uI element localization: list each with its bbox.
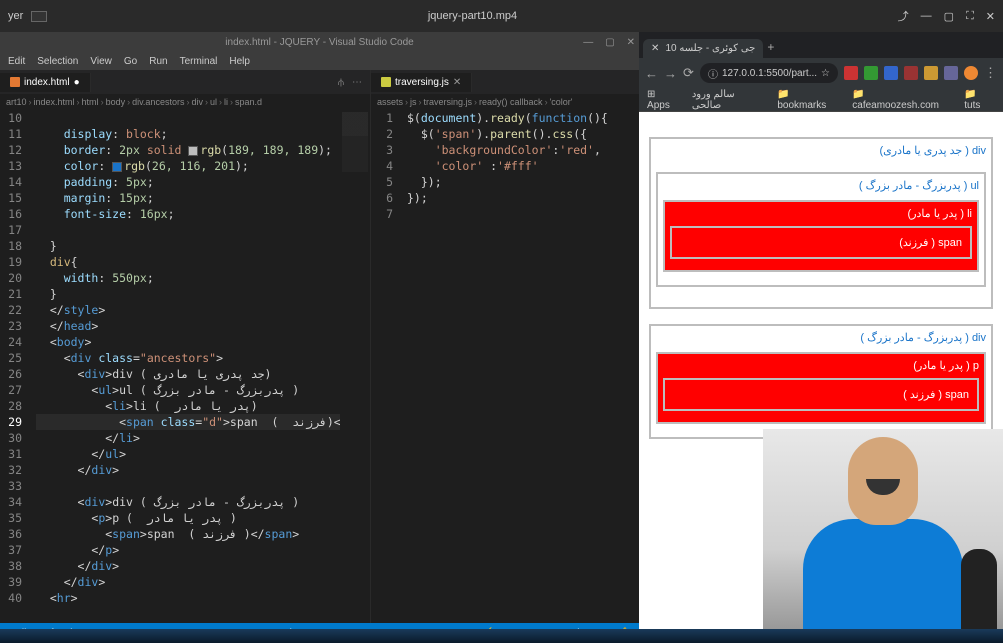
share-icon[interactable]: ⤴ <box>898 8 909 24</box>
fullscreen-icon[interactable]: ⛶ <box>966 10 974 23</box>
bookmark-1[interactable]: سالم ورود صالحی <box>692 89 766 111</box>
menu-edit[interactable]: Edit <box>8 56 25 67</box>
tab-label: traversing.js <box>395 77 449 88</box>
div2-label: div ( پدربزرگ - مادر بزرگ ) <box>656 331 986 344</box>
ancestor-div-1: div ( جد پدری یا مادری) ul ( پدربزرگ - م… <box>649 137 993 309</box>
ext-icon-6[interactable] <box>944 66 958 80</box>
li-label: li ( پدر یا مادر) <box>670 207 972 220</box>
tab-index-html[interactable]: index.html ● <box>0 73 91 92</box>
minimap[interactable] <box>340 110 370 623</box>
p-label: p ( پدر یا مادر) <box>663 359 979 372</box>
p-box: p ( پدر یا مادر) span ( فرزند ) <box>656 352 986 424</box>
span-box-1: span ( فرزند) <box>670 226 972 259</box>
maximize-icon[interactable]: ▢ <box>944 10 954 23</box>
ancestor-div-2: div ( پدربزرگ - مادر بزرگ ) p ( پدر یا م… <box>649 324 993 439</box>
vscode-close-icon[interactable]: ✕ <box>627 37 635 48</box>
span1-label: span ( فرزند) <box>899 237 962 249</box>
reload-icon[interactable]: ⟳ <box>683 65 694 81</box>
bookmark-cafe[interactable]: 📁 cafeamoozesh.com <box>852 89 952 111</box>
forward-icon[interactable]: → <box>664 66 677 81</box>
browser-tabstrip: جی کوئری - جلسه 10 ✕ + <box>639 32 1003 58</box>
tab-traversing-js[interactable]: traversing.js ✕ <box>371 73 472 92</box>
code-content-right[interactable]: $(document).ready(function(){ $('span').… <box>403 110 639 623</box>
code-area-left[interactable]: 10111213 14151617 18192021 22232425 2627… <box>0 110 370 623</box>
menu-terminal[interactable]: Terminal <box>180 56 218 67</box>
star-icon[interactable]: ☆ <box>821 68 830 79</box>
menu-run[interactable]: Run <box>149 56 167 67</box>
line-gutter-right: 123 4567 <box>371 110 403 623</box>
browser-tab[interactable]: جی کوئری - جلسه 10 ✕ <box>643 39 763 58</box>
ext-icon-1[interactable] <box>844 66 858 80</box>
bookmark-bar: ⊞ Apps سالم ورود صالحی 📁 bookmarks 📁 caf… <box>639 88 1003 112</box>
menu-icon[interactable]: ⋮ <box>984 65 997 81</box>
address-bar[interactable]: ⓘ 127.0.0.1:5500/part... ☆ <box>700 63 838 83</box>
webcam-overlay <box>763 429 1003 629</box>
player-button[interactable] <box>31 11 47 22</box>
info-icon[interactable]: ⓘ <box>708 66 718 81</box>
tab-close-icon[interactable]: ✕ <box>453 77 461 88</box>
apps-button[interactable]: ⊞ Apps <box>647 89 680 111</box>
vscode-minimize-icon[interactable]: — <box>583 37 593 48</box>
breadcrumb-right[interactable]: assets› js› traversing.js› ready() callb… <box>371 94 639 110</box>
left-editor: index.html ● ⫛ ⋯ art10› index.html› html… <box>0 70 370 623</box>
microphone <box>961 549 997 629</box>
breadcrumb[interactable]: art10› index.html› html› body› div.ances… <box>0 94 370 110</box>
menu-selection[interactable]: Selection <box>37 56 78 67</box>
split-editor-icon[interactable]: ⫛ <box>338 77 344 88</box>
back-icon[interactable]: ← <box>645 66 658 81</box>
code-area-right[interactable]: 123 4567 $(document).ready(function(){ $… <box>371 110 639 623</box>
li-box: li ( پدر یا مادر) span ( فرزند) <box>663 200 979 272</box>
tab-label: index.html <box>24 77 70 88</box>
minimize-icon[interactable]: — <box>921 10 932 22</box>
presenter <box>803 437 963 629</box>
close-icon[interactable]: ✕ <box>986 10 995 23</box>
span-box-2: span ( فرزند ) <box>663 378 979 411</box>
new-tab-button[interactable]: + <box>763 36 778 58</box>
ext-icon-2[interactable] <box>864 66 878 80</box>
ext-icon-4[interactable] <box>904 66 918 80</box>
vscode-window: index.html - JQUERY - Visual Studio Code… <box>0 32 639 643</box>
menu-go[interactable]: Go <box>124 56 137 67</box>
player-title: yer <box>8 10 23 22</box>
right-editor: traversing.js ✕ assets› js› traversing.j… <box>370 70 639 623</box>
bookmark-folder[interactable]: 📁 bookmarks <box>777 89 840 111</box>
video-filename: jquery-part10.mp4 <box>47 10 897 22</box>
windows-taskbar[interactable] <box>0 629 1003 643</box>
ext-icon-3[interactable] <box>884 66 898 80</box>
code-content[interactable]: display: block; border: 2px solid rgb(18… <box>32 110 370 623</box>
menu-view[interactable]: View <box>90 56 112 67</box>
ext-icon-5[interactable] <box>924 66 938 80</box>
profile-icon[interactable] <box>964 66 978 80</box>
video-player-bar: yer jquery-part10.mp4 ⤴ — ▢ ⛶ ✕ <box>0 0 1003 32</box>
vscode-title-text: index.html - JQUERY - Visual Studio Code <box>225 37 413 48</box>
js-file-icon <box>381 77 391 87</box>
vscode-maximize-icon[interactable]: ▢ <box>605 37 614 48</box>
browser-tab-title: جی کوئری - جلسه 10 <box>665 43 755 54</box>
div1-label: div ( جد پدری یا مادری) <box>656 144 986 157</box>
url-text: 127.0.0.1:5500/part... <box>722 68 817 79</box>
ul-box: ul ( پدربزرگ - مادر بزرگ ) li ( پدر یا م… <box>656 172 986 287</box>
html-file-icon <box>10 77 20 87</box>
tab-modified-icon: ● <box>74 77 80 88</box>
more-icon[interactable]: ⋯ <box>352 77 362 88</box>
vscode-menubar: Edit Selection View Go Run Terminal Help <box>0 52 639 70</box>
line-gutter: 10111213 14151617 18192021 22232425 2627… <box>0 110 32 623</box>
span2-label: span ( فرزند ) <box>903 389 969 401</box>
vscode-titlebar: index.html - JQUERY - Visual Studio Code… <box>0 32 639 52</box>
bookmark-tuts[interactable]: 📁 tuts <box>964 89 995 111</box>
menu-help[interactable]: Help <box>229 56 250 67</box>
tab-close-icon[interactable]: ✕ <box>651 43 659 54</box>
ul-label: ul ( پدربزرگ - مادر بزرگ ) <box>663 179 979 192</box>
browser-toolbar: ← → ⟳ ⓘ 127.0.0.1:5500/part... ☆ ⋮ <box>639 58 1003 88</box>
